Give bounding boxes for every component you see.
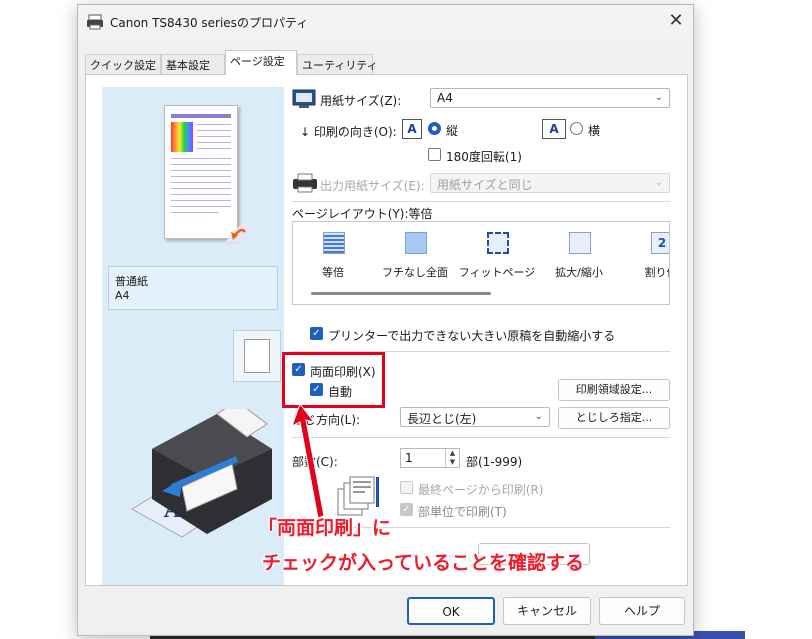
layout-fit-icon bbox=[487, 232, 509, 254]
paper-size-value: A4 bbox=[437, 91, 453, 105]
layout-item-scaled[interactable]: 拡大/縮小 bbox=[539, 222, 619, 292]
divider bbox=[292, 201, 670, 202]
annotation-line-1: 「両面印刷」に bbox=[258, 517, 392, 539]
auto-reduce-checkbox[interactable]: ✓ bbox=[310, 327, 323, 340]
orientation-label-text: 印刷の向き(O): bbox=[313, 125, 397, 139]
paper-size-icon bbox=[292, 89, 316, 108]
landscape-radio[interactable] bbox=[570, 122, 583, 135]
media-size-text: A4 bbox=[115, 289, 130, 302]
paper-header-band bbox=[171, 114, 231, 118]
orientation-label: ↓ 印刷の向き(O): bbox=[300, 125, 397, 139]
close-button[interactable]: ✕ bbox=[664, 9, 688, 33]
layout-item-page-layout[interactable]: 2 割り付 bbox=[621, 222, 670, 292]
layout-scrollbar-thumb[interactable] bbox=[311, 292, 491, 295]
layout-item-borderless[interactable]: フチなし全面 bbox=[375, 222, 455, 292]
layout-item-label: 割り付 bbox=[644, 266, 670, 279]
paper-text-line bbox=[197, 142, 231, 143]
paper-text-line bbox=[171, 200, 231, 201]
output-size-label: 出力用紙サイズ(E): bbox=[320, 179, 425, 193]
chevron-down-icon: ⌄ bbox=[654, 177, 663, 188]
ok-button[interactable]: OK bbox=[407, 597, 495, 625]
paper-image-thumbnail bbox=[171, 122, 193, 152]
output-paper-printer-icon bbox=[293, 173, 317, 193]
paper-text-line bbox=[197, 124, 231, 125]
layout-normal-icon bbox=[323, 232, 345, 254]
paper-text-line bbox=[171, 158, 231, 159]
printer-illustration-icon: A bbox=[131, 409, 272, 538]
reverse-order-checkbox[interactable] bbox=[400, 481, 413, 494]
binding-margin-button[interactable]: とじしろ指定... bbox=[558, 407, 670, 429]
portrait-a-icon: A bbox=[402, 119, 422, 139]
paper-text-line bbox=[197, 136, 231, 137]
paper-text-line bbox=[171, 170, 231, 171]
reverse-order-label: 最終ページから印刷(R) bbox=[418, 483, 544, 497]
landscape-a-icon: A bbox=[542, 119, 566, 139]
chevron-down-icon: ⌄ bbox=[654, 92, 663, 103]
printer-properties-dialog: Canon TS8430 seriesのプロパティ ✕ クイック設定 基本設定 … bbox=[77, 4, 694, 636]
print-area-setup-button[interactable]: 印刷領域設定... bbox=[558, 379, 670, 401]
output-size-value: 用紙サイズと同じ bbox=[437, 178, 533, 192]
help-button[interactable]: ヘルプ bbox=[599, 597, 685, 625]
layout-item-normal[interactable]: 等倍 bbox=[293, 222, 373, 292]
paper-text-line bbox=[171, 206, 231, 207]
duplex-turn-arrow-icon bbox=[225, 218, 247, 242]
media-type-text: 普通紙 bbox=[115, 275, 148, 288]
copies-spinner[interactable]: ▲ ▼ bbox=[445, 449, 459, 467]
orientation-preview-paper bbox=[244, 339, 270, 373]
paper-text-line bbox=[197, 148, 231, 149]
media-info-box: 普通紙 A4 bbox=[108, 266, 278, 310]
page-setup-panel: 普通紙 A4 A 用紙サイズ(Z bbox=[85, 74, 688, 586]
paper-text-line bbox=[171, 182, 231, 183]
paper-text-line bbox=[197, 130, 231, 131]
copies-range: 部(1-999) bbox=[466, 455, 523, 469]
layout-item-fit-to-page[interactable]: フィットページ bbox=[457, 222, 537, 292]
layout-item-label: 拡大/縮小 bbox=[555, 266, 603, 279]
paper-size-label: 用紙サイズ(Z): bbox=[320, 94, 402, 108]
preview-pane: 普通紙 A4 A bbox=[102, 87, 284, 585]
landscape-radio-label: 横 bbox=[588, 124, 601, 138]
title-bar: Canon TS8430 seriesのプロパティ ✕ bbox=[78, 5, 693, 39]
collate-label: 部単位で印刷(T) bbox=[418, 505, 507, 519]
layout-item-label: 等倍 bbox=[322, 266, 344, 279]
paper-text-line bbox=[171, 212, 219, 213]
layout-item-label: フチなし全面 bbox=[382, 266, 448, 279]
portrait-radio-label: 縦 bbox=[446, 124, 459, 138]
tab-quick-setup[interactable]: クイック設定 bbox=[85, 54, 161, 74]
output-size-select[interactable]: 用紙サイズと同じ ⌄ bbox=[430, 173, 670, 193]
copies-input[interactable]: 1 ▲ ▼ bbox=[400, 448, 460, 468]
paper-text-line bbox=[171, 176, 231, 177]
printer-app-icon bbox=[87, 14, 103, 30]
auto-reduce-label: プリンターで出力できない大きい原稿を自動縮小する bbox=[328, 329, 616, 343]
tab-page-setup[interactable]: ページ設定 bbox=[225, 50, 297, 75]
paper-preview bbox=[164, 105, 247, 242]
layout-item-label: フィットページ bbox=[458, 266, 536, 279]
rotate-180-label: 180度回転(1) bbox=[446, 150, 522, 164]
copies-value: 1 bbox=[405, 451, 413, 465]
binding-side-value: 長辺とじ(左) bbox=[407, 412, 477, 426]
cancel-button[interactable]: キャンセル bbox=[503, 597, 591, 625]
portrait-radio[interactable] bbox=[428, 122, 441, 135]
paper-text-line bbox=[171, 164, 231, 165]
tab-main[interactable]: 基本設定 bbox=[161, 54, 225, 74]
paper-text-line bbox=[171, 188, 231, 189]
chevron-down-icon: ⌄ bbox=[534, 411, 543, 422]
page-layout-label: ページレイアウト(Y):等倍 bbox=[292, 207, 433, 221]
paper-text-line bbox=[171, 194, 231, 195]
orientation-preview-box bbox=[233, 330, 281, 382]
collate-checkbox[interactable]: ✓ bbox=[400, 503, 413, 516]
layout-scaled-icon bbox=[569, 232, 591, 254]
annotation-line-2: チェックが入っていることを確認する bbox=[262, 552, 585, 574]
binding-side-select[interactable]: 長辺とじ(左) ⌄ bbox=[400, 407, 550, 427]
paper-size-select[interactable]: A4 ⌄ bbox=[430, 88, 670, 108]
tab-maintenance[interactable]: ユーティリティ bbox=[297, 54, 378, 74]
layout-multi-page-icon: 2 bbox=[651, 232, 669, 254]
window-title: Canon TS8430 seriesのプロパティ bbox=[110, 16, 309, 30]
page-layout-list[interactable]: 等倍 フチなし全面 フィットページ 拡大/縮小 2 割り付 bbox=[292, 221, 670, 305]
rotate-180-checkbox[interactable] bbox=[428, 148, 441, 161]
layout-borderless-icon bbox=[405, 232, 427, 254]
